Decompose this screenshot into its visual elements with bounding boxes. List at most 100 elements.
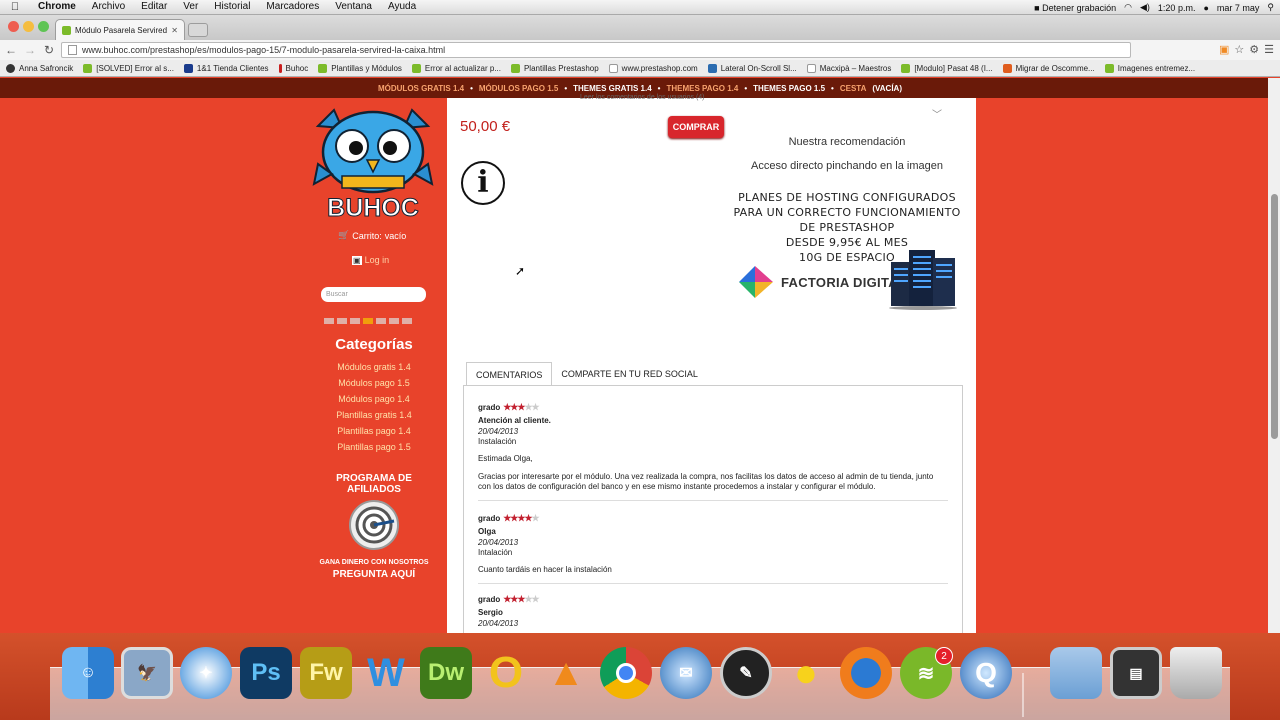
menu-marcadores[interactable]: Marcadores [258, 0, 327, 14]
category-link[interactable]: Módulos pago 1.5 [312, 375, 436, 391]
category-link[interactable]: Módulos pago 1.4 [312, 391, 436, 407]
menu-ver[interactable]: Ver [175, 0, 206, 14]
browser-tab[interactable]: Módulo Pasarela Servired ✕ [55, 19, 185, 40]
bookmark-item[interactable]: Plantillas y Módulos [318, 63, 402, 73]
cyberduck-icon[interactable]: ● [780, 647, 832, 699]
nav-modulos-gratis[interactable]: MÓDULOS GRATIS 1.4 [378, 84, 464, 93]
page-icon [68, 45, 77, 55]
back-arrow-icon[interactable]: ← [3, 43, 19, 57]
flag-icon[interactable] [402, 318, 412, 324]
word-icon[interactable]: W [360, 647, 412, 699]
tab-close-icon[interactable]: ✕ [171, 26, 178, 35]
bookmark-item[interactable]: Lateral On-Scroll Sl... [707, 63, 797, 73]
window-minimize-icon[interactable] [23, 21, 34, 32]
menu-historial[interactable]: Historial [206, 0, 258, 14]
menu-ayuda[interactable]: Ayuda [380, 0, 424, 14]
fireworks-icon[interactable]: Fw [300, 647, 352, 699]
nav-themes-gratis[interactable]: THEMES GRATIS 1.4 [573, 84, 652, 93]
login-label: Log in [364, 255, 390, 265]
nav-modulos-pago[interactable]: MÓDULOS PAGO 1.5 [479, 84, 558, 93]
bookmark-item[interactable]: Anna Safroncik [6, 63, 73, 73]
opera-icon[interactable]: O [480, 647, 532, 699]
bookmark-favicon-icon [411, 63, 421, 73]
login-link[interactable]: ▣ Log in [352, 255, 389, 265]
bookmark-item[interactable]: www.prestashop.com [608, 63, 698, 73]
volume-icon[interactable]: ◀) [1140, 2, 1150, 13]
finder-icon[interactable]: ☺ [62, 647, 114, 699]
reload-icon[interactable]: ↻ [41, 43, 57, 57]
tab-comentarios[interactable]: COMENTARIOS [466, 362, 553, 386]
cart-summary[interactable]: 🛒 Carrito: vacío [338, 230, 406, 241]
bookmark-item[interactable]: Migrar de Oscomme... [1002, 63, 1095, 73]
menu-editar[interactable]: Editar [133, 0, 175, 14]
settings-wrench-icon[interactable]: ☰ [1264, 43, 1274, 56]
affiliate-banner[interactable]: PROGRAMA DE AFILIADOS GANA DINERO CON NO… [312, 473, 436, 580]
extension-icon[interactable]: ⚙ [1249, 43, 1259, 56]
buhoc-owl-logo[interactable]: BUHOC [312, 104, 434, 222]
flag-icon[interactable] [350, 318, 360, 324]
bookmark-item[interactable]: Error al actualizar p... [411, 63, 501, 73]
flag-icon[interactable] [337, 318, 347, 324]
window-zoom-icon[interactable] [38, 21, 49, 32]
tab-comparte[interactable]: COMPARTE EN TU RED SOCIAL [552, 362, 707, 386]
nav-themes-pago-14[interactable]: THEMES PAGO 1.4 [666, 84, 738, 93]
bookmark-item[interactable]: Macxipà – Maestros [806, 63, 891, 73]
bookmark-item[interactable]: [SOLVED] Error al s... [83, 63, 174, 73]
apple-icon[interactable]:  [0, 1, 30, 13]
menu-ventana[interactable]: Ventana [327, 0, 380, 14]
new-tab-button[interactable] [188, 23, 208, 37]
trash-icon[interactable] [1170, 647, 1222, 699]
safari-icon[interactable]: ✦ [180, 647, 232, 699]
rss-icon[interactable]: ▣ [1219, 43, 1229, 56]
chevron-down-icon[interactable]: ﹀ [932, 106, 942, 121]
scrollbar-thumb[interactable] [1271, 194, 1278, 439]
thunderbird-icon[interactable]: ✉ [660, 647, 712, 699]
recording-indicator[interactable]: ■ Detener grabación [1034, 3, 1116, 13]
info-icon[interactable]: i [461, 161, 505, 205]
window-close-icon[interactable] [8, 21, 19, 32]
category-link[interactable]: Plantillas pago 1.4 [312, 423, 436, 439]
nav-cesta[interactable]: CESTA [840, 84, 867, 93]
grade-label: grado [478, 514, 501, 523]
spotlight-icon[interactable]: ⚲ [1267, 2, 1274, 13]
dashboard-icon[interactable]: ✎ [720, 647, 772, 699]
bookmark-item[interactable]: Buhoc [278, 63, 308, 73]
preview-icon[interactable]: 🦅 [121, 647, 173, 699]
bookmark-star-icon[interactable]: ☆ [1234, 43, 1244, 56]
affiliate-cta[interactable]: PREGUNTA AQUÍ [312, 569, 436, 580]
buy-button[interactable]: COMPRAR [668, 116, 724, 138]
nav-themes-pago-15[interactable]: THEMES PAGO 1.5 [753, 84, 825, 93]
terminal-icon[interactable]: ▤ [1110, 647, 1162, 699]
quicktime-icon[interactable]: Q [960, 647, 1012, 699]
bookmark-item[interactable]: Plantillas Prestashop [510, 63, 599, 73]
category-link[interactable]: Plantillas gratis 1.4 [312, 407, 436, 423]
search-input[interactable]: Buscar [321, 287, 426, 302]
flag-icon[interactable] [363, 318, 373, 324]
dreamweaver-icon[interactable]: Dw [420, 647, 472, 699]
wifi-icon[interactable]: ◠ [1124, 2, 1132, 13]
clock-time[interactable]: 1:20 p.m. [1158, 3, 1196, 13]
chrome-icon[interactable] [600, 647, 652, 699]
menu-app-name[interactable]: Chrome [30, 0, 84, 14]
flag-icon[interactable] [324, 318, 334, 324]
bookmark-item[interactable]: Imagenes entremez... [1104, 63, 1195, 73]
flag-icon[interactable] [389, 318, 399, 324]
clock-date[interactable]: mar 7 may [1217, 3, 1260, 13]
bookmark-item[interactable]: 1&1 Tienda Clientes [183, 63, 269, 73]
factoria-digital-logo[interactable]: FACTORIA DIGITAL [739, 266, 906, 298]
flag-icon[interactable] [376, 318, 386, 324]
bookmark-item[interactable]: [Modulo] Pasat 48 (I... [901, 63, 993, 73]
category-link[interactable]: Plantillas pago 1.5 [312, 439, 436, 455]
vlc-icon[interactable]: ▲ [540, 647, 592, 699]
address-bar[interactable]: www.buhoc.com/prestashop/es/modulos-pago… [61, 42, 1131, 58]
firefox-icon[interactable] [840, 647, 892, 699]
forward-arrow-icon[interactable]: → [22, 43, 38, 57]
user-icon[interactable]: ● [1203, 3, 1208, 13]
menu-archivo[interactable]: Archivo [84, 0, 133, 14]
photoshop-icon[interactable]: Ps [240, 647, 292, 699]
comment-subject: Instalación [478, 437, 517, 446]
page-scrollbar[interactable] [1268, 78, 1280, 633]
read-comments-link[interactable]: Leer los comentarios de los usuarios (4) [580, 94, 705, 101]
folder-icon[interactable] [1050, 647, 1102, 699]
category-link[interactable]: Módulos gratis 1.4 [312, 359, 436, 375]
